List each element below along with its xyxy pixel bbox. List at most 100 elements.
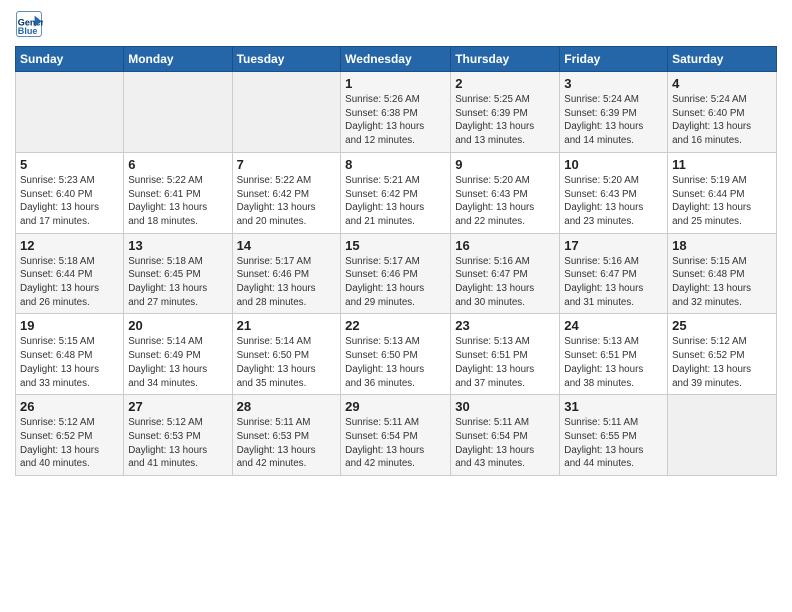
day-number: 22 bbox=[345, 318, 446, 333]
day-info: Sunrise: 5:19 AM Sunset: 6:44 PM Dayligh… bbox=[672, 174, 772, 229]
week-row-5: 26 Sunrise: 5:12 AM Sunset: 6:52 PM Dayli… bbox=[16, 395, 777, 476]
calendar-cell: 20 Sunrise: 5:14 AM Sunset: 6:49 PM Dayli… bbox=[124, 314, 232, 395]
day-info: Sunrise: 5:22 AM Sunset: 6:42 PM Dayligh… bbox=[237, 174, 337, 229]
calendar-cell: 16 Sunrise: 5:16 AM Sunset: 6:47 PM Dayli… bbox=[451, 233, 560, 314]
day-number: 29 bbox=[345, 399, 446, 414]
calendar-cell: 27Sunrise: 5:12 AM Sunset: 6:53 PM Dayli… bbox=[124, 395, 232, 476]
day-number: 3 bbox=[564, 76, 663, 91]
calendar-cell: 13 Sunrise: 5:18 AM Sunset: 6:45 PM Dayli… bbox=[124, 233, 232, 314]
day-info: Sunrise: 5:11 AM Sunset: 6:54 PM Dayligh… bbox=[455, 416, 555, 471]
day-info: Sunrise: 5:16 AM Sunset: 6:47 PM Dayligh… bbox=[455, 255, 555, 310]
day-number: 4 bbox=[672, 76, 772, 91]
day-info: Sunrise: 5:13 AM Sunset: 6:51 PM Dayligh… bbox=[455, 335, 555, 390]
weekday-header-saturday: Saturday bbox=[668, 47, 777, 72]
day-info: Sunrise: 5:26 AM Sunset: 6:38 PM Dayligh… bbox=[345, 93, 446, 148]
day-info: Sunrise: 5:25 AM Sunset: 6:39 PM Dayligh… bbox=[455, 93, 555, 148]
day-number: 19 bbox=[20, 318, 119, 333]
day-number: 5 bbox=[20, 157, 119, 172]
calendar-cell: 2Sunrise: 5:25 AM Sunset: 6:39 PM Daylig… bbox=[451, 72, 560, 153]
day-info: Sunrise: 5:12 AM Sunset: 6:52 PM Dayligh… bbox=[672, 335, 772, 390]
week-row-2: 5 Sunrise: 5:23 AM Sunset: 6:40 PM Daylig… bbox=[16, 152, 777, 233]
header: General Blue bbox=[15, 10, 777, 38]
day-info: Sunrise: 5:17 AM Sunset: 6:46 PM Dayligh… bbox=[345, 255, 446, 310]
day-info: Sunrise: 5:14 AM Sunset: 6:49 PM Dayligh… bbox=[128, 335, 227, 390]
day-info: Sunrise: 5:24 AM Sunset: 6:40 PM Dayligh… bbox=[672, 93, 772, 148]
day-info: Sunrise: 5:20 AM Sunset: 6:43 PM Dayligh… bbox=[564, 174, 663, 229]
week-row-3: 12 Sunrise: 5:18 AM Sunset: 6:44 PM Dayli… bbox=[16, 233, 777, 314]
calendar-cell: 14 Sunrise: 5:17 AM Sunset: 6:46 PM Dayli… bbox=[232, 233, 341, 314]
day-number: 24 bbox=[564, 318, 663, 333]
day-number: 13 bbox=[128, 238, 227, 253]
calendar-cell: 4 Sunrise: 5:24 AM Sunset: 6:40 PM Daylig… bbox=[668, 72, 777, 153]
day-number: 23 bbox=[455, 318, 555, 333]
calendar-cell: 23 Sunrise: 5:13 AM Sunset: 6:51 PM Dayli… bbox=[451, 314, 560, 395]
calendar-cell: 8Sunrise: 5:21 AM Sunset: 6:42 PM Daylig… bbox=[341, 152, 451, 233]
calendar-cell: 17Sunrise: 5:16 AM Sunset: 6:47 PM Dayli… bbox=[560, 233, 668, 314]
day-number: 11 bbox=[672, 157, 772, 172]
weekday-header-monday: Monday bbox=[124, 47, 232, 72]
day-number: 16 bbox=[455, 238, 555, 253]
day-info: Sunrise: 5:18 AM Sunset: 6:44 PM Dayligh… bbox=[20, 255, 119, 310]
day-info: Sunrise: 5:18 AM Sunset: 6:45 PM Dayligh… bbox=[128, 255, 227, 310]
day-number: 21 bbox=[237, 318, 337, 333]
weekday-header-thursday: Thursday bbox=[451, 47, 560, 72]
day-info: Sunrise: 5:23 AM Sunset: 6:40 PM Dayligh… bbox=[20, 174, 119, 229]
day-number: 28 bbox=[237, 399, 337, 414]
page: General Blue SundayMondayTuesdayWednesda… bbox=[0, 0, 792, 612]
calendar-cell: 5 Sunrise: 5:23 AM Sunset: 6:40 PM Daylig… bbox=[16, 152, 124, 233]
calendar-cell: 10Sunrise: 5:20 AM Sunset: 6:43 PM Dayli… bbox=[560, 152, 668, 233]
week-row-1: 1 Sunrise: 5:26 AM Sunset: 6:38 PM Daylig… bbox=[16, 72, 777, 153]
calendar-cell: 3 Sunrise: 5:24 AM Sunset: 6:39 PM Daylig… bbox=[560, 72, 668, 153]
calendar-cell: 25 Sunrise: 5:12 AM Sunset: 6:52 PM Dayli… bbox=[668, 314, 777, 395]
calendar-cell: 22 Sunrise: 5:13 AM Sunset: 6:50 PM Dayli… bbox=[341, 314, 451, 395]
weekday-header-row: SundayMondayTuesdayWednesdayThursdayFrid… bbox=[16, 47, 777, 72]
day-number: 31 bbox=[564, 399, 663, 414]
day-number: 26 bbox=[20, 399, 119, 414]
day-info: Sunrise: 5:11 AM Sunset: 6:53 PM Dayligh… bbox=[237, 416, 337, 471]
svg-text:Blue: Blue bbox=[18, 26, 38, 36]
weekday-header-friday: Friday bbox=[560, 47, 668, 72]
day-number: 1 bbox=[345, 76, 446, 91]
day-info: Sunrise: 5:15 AM Sunset: 6:48 PM Dayligh… bbox=[672, 255, 772, 310]
day-number: 6 bbox=[128, 157, 227, 172]
day-number: 27 bbox=[128, 399, 227, 414]
day-number: 9 bbox=[455, 157, 555, 172]
weekday-header-sunday: Sunday bbox=[16, 47, 124, 72]
day-info: Sunrise: 5:13 AM Sunset: 6:50 PM Dayligh… bbox=[345, 335, 446, 390]
calendar-cell: 28 Sunrise: 5:11 AM Sunset: 6:53 PM Dayli… bbox=[232, 395, 341, 476]
calendar-cell: 31Sunrise: 5:11 AM Sunset: 6:55 PM Dayli… bbox=[560, 395, 668, 476]
week-row-4: 19 Sunrise: 5:15 AM Sunset: 6:48 PM Dayli… bbox=[16, 314, 777, 395]
day-number: 15 bbox=[345, 238, 446, 253]
calendar-cell: 15 Sunrise: 5:17 AM Sunset: 6:46 PM Dayli… bbox=[341, 233, 451, 314]
logo-icon: General Blue bbox=[15, 10, 43, 38]
day-number: 18 bbox=[672, 238, 772, 253]
weekday-header-wednesday: Wednesday bbox=[341, 47, 451, 72]
day-info: Sunrise: 5:24 AM Sunset: 6:39 PM Dayligh… bbox=[564, 93, 663, 148]
calendar-cell: 29 Sunrise: 5:11 AM Sunset: 6:54 PM Dayli… bbox=[341, 395, 451, 476]
calendar-cell: 1 Sunrise: 5:26 AM Sunset: 6:38 PM Daylig… bbox=[341, 72, 451, 153]
day-info: Sunrise: 5:12 AM Sunset: 6:52 PM Dayligh… bbox=[20, 416, 119, 471]
weekday-header-tuesday: Tuesday bbox=[232, 47, 341, 72]
calendar-cell: 9 Sunrise: 5:20 AM Sunset: 6:43 PM Daylig… bbox=[451, 152, 560, 233]
day-info: Sunrise: 5:17 AM Sunset: 6:46 PM Dayligh… bbox=[237, 255, 337, 310]
calendar-cell: 7 Sunrise: 5:22 AM Sunset: 6:42 PM Daylig… bbox=[232, 152, 341, 233]
day-info: Sunrise: 5:11 AM Sunset: 6:54 PM Dayligh… bbox=[345, 416, 446, 471]
calendar-cell bbox=[668, 395, 777, 476]
day-info: Sunrise: 5:16 AM Sunset: 6:47 PM Dayligh… bbox=[564, 255, 663, 310]
day-info: Sunrise: 5:15 AM Sunset: 6:48 PM Dayligh… bbox=[20, 335, 119, 390]
calendar-cell: 11 Sunrise: 5:19 AM Sunset: 6:44 PM Dayli… bbox=[668, 152, 777, 233]
day-number: 25 bbox=[672, 318, 772, 333]
calendar-cell: 18 Sunrise: 5:15 AM Sunset: 6:48 PM Dayli… bbox=[668, 233, 777, 314]
calendar-cell: 30Sunrise: 5:11 AM Sunset: 6:54 PM Dayli… bbox=[451, 395, 560, 476]
calendar-cell: 19 Sunrise: 5:15 AM Sunset: 6:48 PM Dayli… bbox=[16, 314, 124, 395]
calendar-cell bbox=[232, 72, 341, 153]
calendar-cell: 26 Sunrise: 5:12 AM Sunset: 6:52 PM Dayli… bbox=[16, 395, 124, 476]
calendar-cell: 6 Sunrise: 5:22 AM Sunset: 6:41 PM Daylig… bbox=[124, 152, 232, 233]
day-number: 12 bbox=[20, 238, 119, 253]
day-number: 20 bbox=[128, 318, 227, 333]
calendar-cell: 12 Sunrise: 5:18 AM Sunset: 6:44 PM Dayli… bbox=[16, 233, 124, 314]
day-info: Sunrise: 5:22 AM Sunset: 6:41 PM Dayligh… bbox=[128, 174, 227, 229]
day-info: Sunrise: 5:20 AM Sunset: 6:43 PM Dayligh… bbox=[455, 174, 555, 229]
day-number: 14 bbox=[237, 238, 337, 253]
day-number: 7 bbox=[237, 157, 337, 172]
